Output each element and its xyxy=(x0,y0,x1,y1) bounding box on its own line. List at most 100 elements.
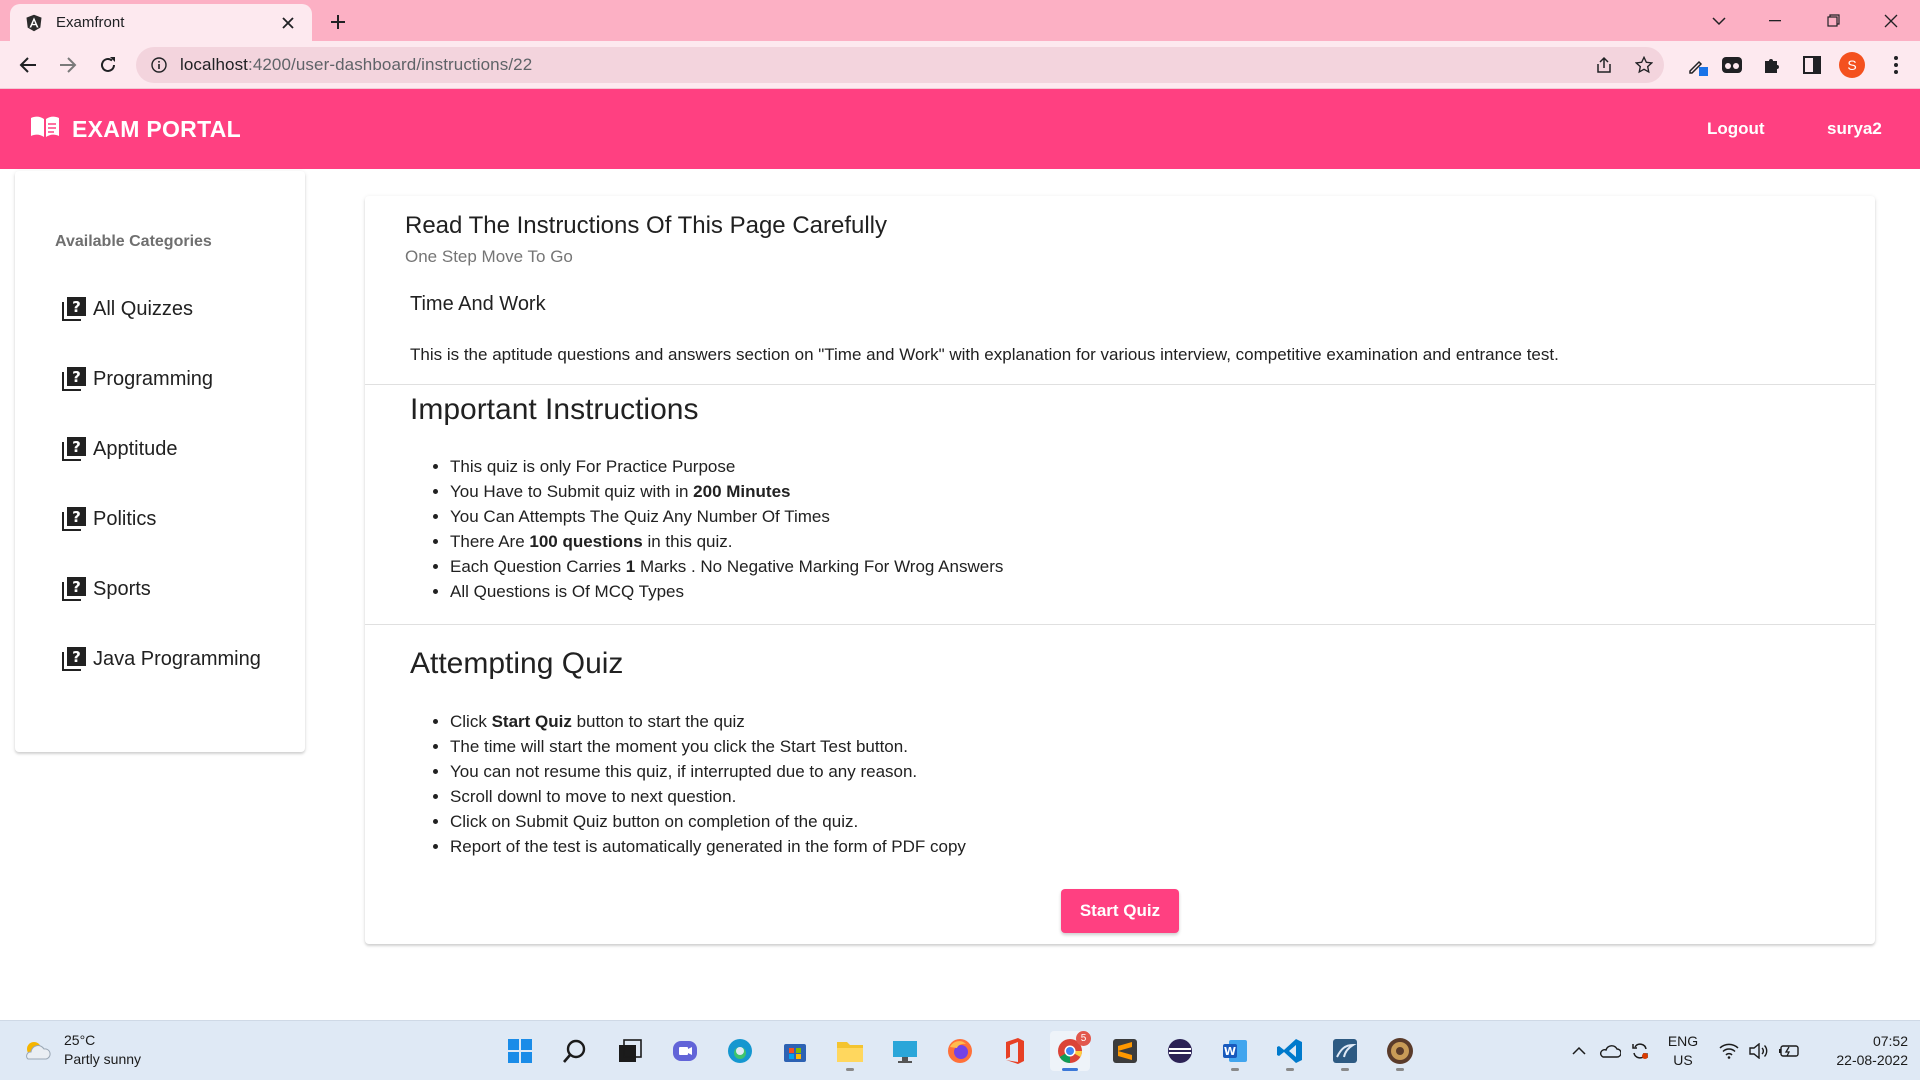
list-item: This quiz is only For Practice Purpose xyxy=(450,454,1003,479)
tab-close-icon[interactable] xyxy=(276,11,300,35)
attempting-quiz-list: Click Start Quiz button to start the qui… xyxy=(450,709,966,859)
new-tab-icon[interactable] xyxy=(324,8,352,36)
sync-icon[interactable] xyxy=(1627,1031,1653,1071)
teams-chat-icon[interactable] xyxy=(665,1031,705,1071)
mysql-workbench-icon[interactable] xyxy=(1325,1031,1365,1071)
app-emblem-icon[interactable] xyxy=(1380,1031,1420,1071)
sublime-text-icon[interactable] xyxy=(1105,1031,1145,1071)
list-item: You Have to Submit quiz with in 200 Minu… xyxy=(450,479,1003,504)
section-divider xyxy=(365,624,1875,625)
svg-text:?: ? xyxy=(72,508,81,526)
list-item: There Are 100 questions in this quiz. xyxy=(450,529,1003,554)
language-indicator[interactable]: ENG US xyxy=(1660,1031,1706,1071)
microsoft-store-icon[interactable] xyxy=(775,1031,815,1071)
wifi-icon[interactable] xyxy=(1716,1031,1742,1071)
sidebar-item-apptitude[interactable]: ? Apptitude xyxy=(61,429,178,469)
logout-button[interactable]: Logout xyxy=(1707,89,1765,169)
instruction-bold: 100 questions xyxy=(529,532,643,551)
address-bar[interactable]: localhost:4200/user-dashboard/instructio… xyxy=(136,47,1664,83)
instruction-text: Click on Submit Quiz button on completio… xyxy=(450,812,859,831)
list-item: The time will start the moment you click… xyxy=(450,734,966,759)
instruction-text: Each Question Carries xyxy=(450,557,626,576)
back-arrow-icon[interactable] xyxy=(12,49,44,81)
instruction-bold: 200 Minutes xyxy=(693,482,791,501)
profile-avatar[interactable]: S xyxy=(1836,49,1868,81)
sidebar-item-programming[interactable]: ? Programming xyxy=(61,359,213,399)
running-indicator xyxy=(846,1068,854,1071)
instruction-text: The time will start the moment you click… xyxy=(450,737,908,756)
instruction-text: This quiz is only For Practice Purpose xyxy=(450,457,736,476)
tab-search-chevron-icon[interactable] xyxy=(1696,0,1742,41)
sidebar-item-java-programming[interactable]: ? Java Programming xyxy=(61,639,261,679)
eclipse-icon[interactable] xyxy=(1160,1031,1200,1071)
instruction-text: button to start the quiz xyxy=(571,712,745,731)
side-panel-icon[interactable] xyxy=(1796,49,1828,81)
browser-toolbar: localhost:4200/user-dashboard/instructio… xyxy=(0,41,1920,89)
instruction-bold: Start Quiz xyxy=(491,712,572,731)
clock[interactable]: 07:52 22-08-2022 xyxy=(1812,1031,1908,1071)
running-indicator xyxy=(1396,1068,1404,1071)
sidebar-item-sports[interactable]: ? Sports xyxy=(61,569,151,609)
chrome-badge: 5 xyxy=(1076,1031,1091,1046)
partly-sunny-icon xyxy=(26,1042,51,1060)
list-item: Scroll downl to move to next question. xyxy=(450,784,966,809)
url-path: :4200/user-dashboard/instructions/22 xyxy=(248,55,533,74)
firefox-icon[interactable] xyxy=(940,1031,980,1071)
url-text: localhost:4200/user-dashboard/instructio… xyxy=(180,55,1584,75)
eyedropper-extension-icon[interactable] xyxy=(1682,49,1714,81)
forward-arrow-icon[interactable] xyxy=(52,49,84,81)
reload-icon[interactable] xyxy=(92,49,124,81)
weather-widget[interactable]: 25°C Partly sunny xyxy=(22,1031,141,1069)
list-item: You can not resume this quiz, if interru… xyxy=(450,759,966,784)
sidebar-item-all-quizzes[interactable]: ? All Quizzes xyxy=(61,289,193,329)
instruction-bold: 1 xyxy=(625,557,636,576)
browser-tab-examfront[interactable]: Examfront xyxy=(10,4,312,41)
list-item: Each Question Carries 1 Marks . No Negat… xyxy=(450,554,1003,579)
extension-mask-icon[interactable] xyxy=(1716,49,1748,81)
instruction-text: You Have to Submit quiz with in xyxy=(450,482,694,501)
url-host: localhost xyxy=(180,55,248,74)
brand[interactable]: EXAM PORTAL xyxy=(30,89,241,169)
instruction-text: You Can Attempts The Quiz Any Number Of … xyxy=(450,507,830,526)
clock-date: 22-08-2022 xyxy=(1836,1052,1908,1068)
sidebar-item-politics[interactable]: ? Politics xyxy=(61,499,156,539)
weather-desc: Partly sunny xyxy=(64,1051,142,1067)
search-icon[interactable] xyxy=(555,1031,595,1071)
username-link[interactable]: surya2 xyxy=(1827,89,1882,169)
minimize-icon[interactable] xyxy=(1752,0,1798,41)
instruction-text: You can not resume this quiz, if interru… xyxy=(450,762,918,781)
sidebar-item-label: Apptitude xyxy=(93,437,178,460)
vscode-icon[interactable] xyxy=(1270,1031,1310,1071)
clock-time: 07:52 xyxy=(1872,1033,1908,1049)
windows-start-icon[interactable] xyxy=(500,1031,540,1071)
word-icon[interactable]: W xyxy=(1215,1031,1255,1071)
file-explorer-icon[interactable] xyxy=(830,1031,870,1071)
onedrive-cloud-icon[interactable] xyxy=(1597,1031,1623,1071)
remote-desktop-icon[interactable] xyxy=(885,1031,925,1071)
sidebar-item-label: Java Programming xyxy=(93,647,261,670)
office-icon[interactable] xyxy=(995,1031,1035,1071)
share-icon[interactable] xyxy=(1584,47,1624,83)
chrome-icon[interactable]: 5 xyxy=(1050,1031,1091,1071)
start-quiz-button[interactable]: Start Quiz xyxy=(1061,889,1179,933)
restore-icon[interactable] xyxy=(1810,0,1856,41)
show-hidden-icons-chevron-icon[interactable] xyxy=(1568,1031,1590,1071)
instruction-text: Report of the test is automatically gene… xyxy=(450,837,966,856)
attempting-quiz-heading: Attempting Quiz xyxy=(410,647,624,680)
site-info-icon[interactable] xyxy=(150,56,168,74)
volume-icon[interactable] xyxy=(1746,1031,1772,1071)
battery-icon[interactable] xyxy=(1776,1031,1802,1071)
edge-browser-icon[interactable] xyxy=(720,1031,760,1071)
instruction-text: Click xyxy=(450,712,492,731)
important-instructions-heading: Important Instructions xyxy=(410,393,699,426)
running-indicator xyxy=(1286,1068,1294,1071)
close-window-icon[interactable] xyxy=(1868,0,1914,41)
list-item: You Can Attempts The Quiz Any Number Of … xyxy=(450,504,1003,529)
extensions-puzzle-icon[interactable] xyxy=(1756,49,1788,81)
browser-menu-icon[interactable] xyxy=(1880,49,1912,81)
task-view-icon[interactable] xyxy=(610,1031,650,1071)
quiz-icon: ? xyxy=(62,297,86,321)
list-item: Click Start Quiz button to start the qui… xyxy=(450,709,966,734)
instructions-card: Read The Instructions Of This Page Caref… xyxy=(365,196,1875,944)
bookmark-star-icon[interactable] xyxy=(1624,47,1664,83)
